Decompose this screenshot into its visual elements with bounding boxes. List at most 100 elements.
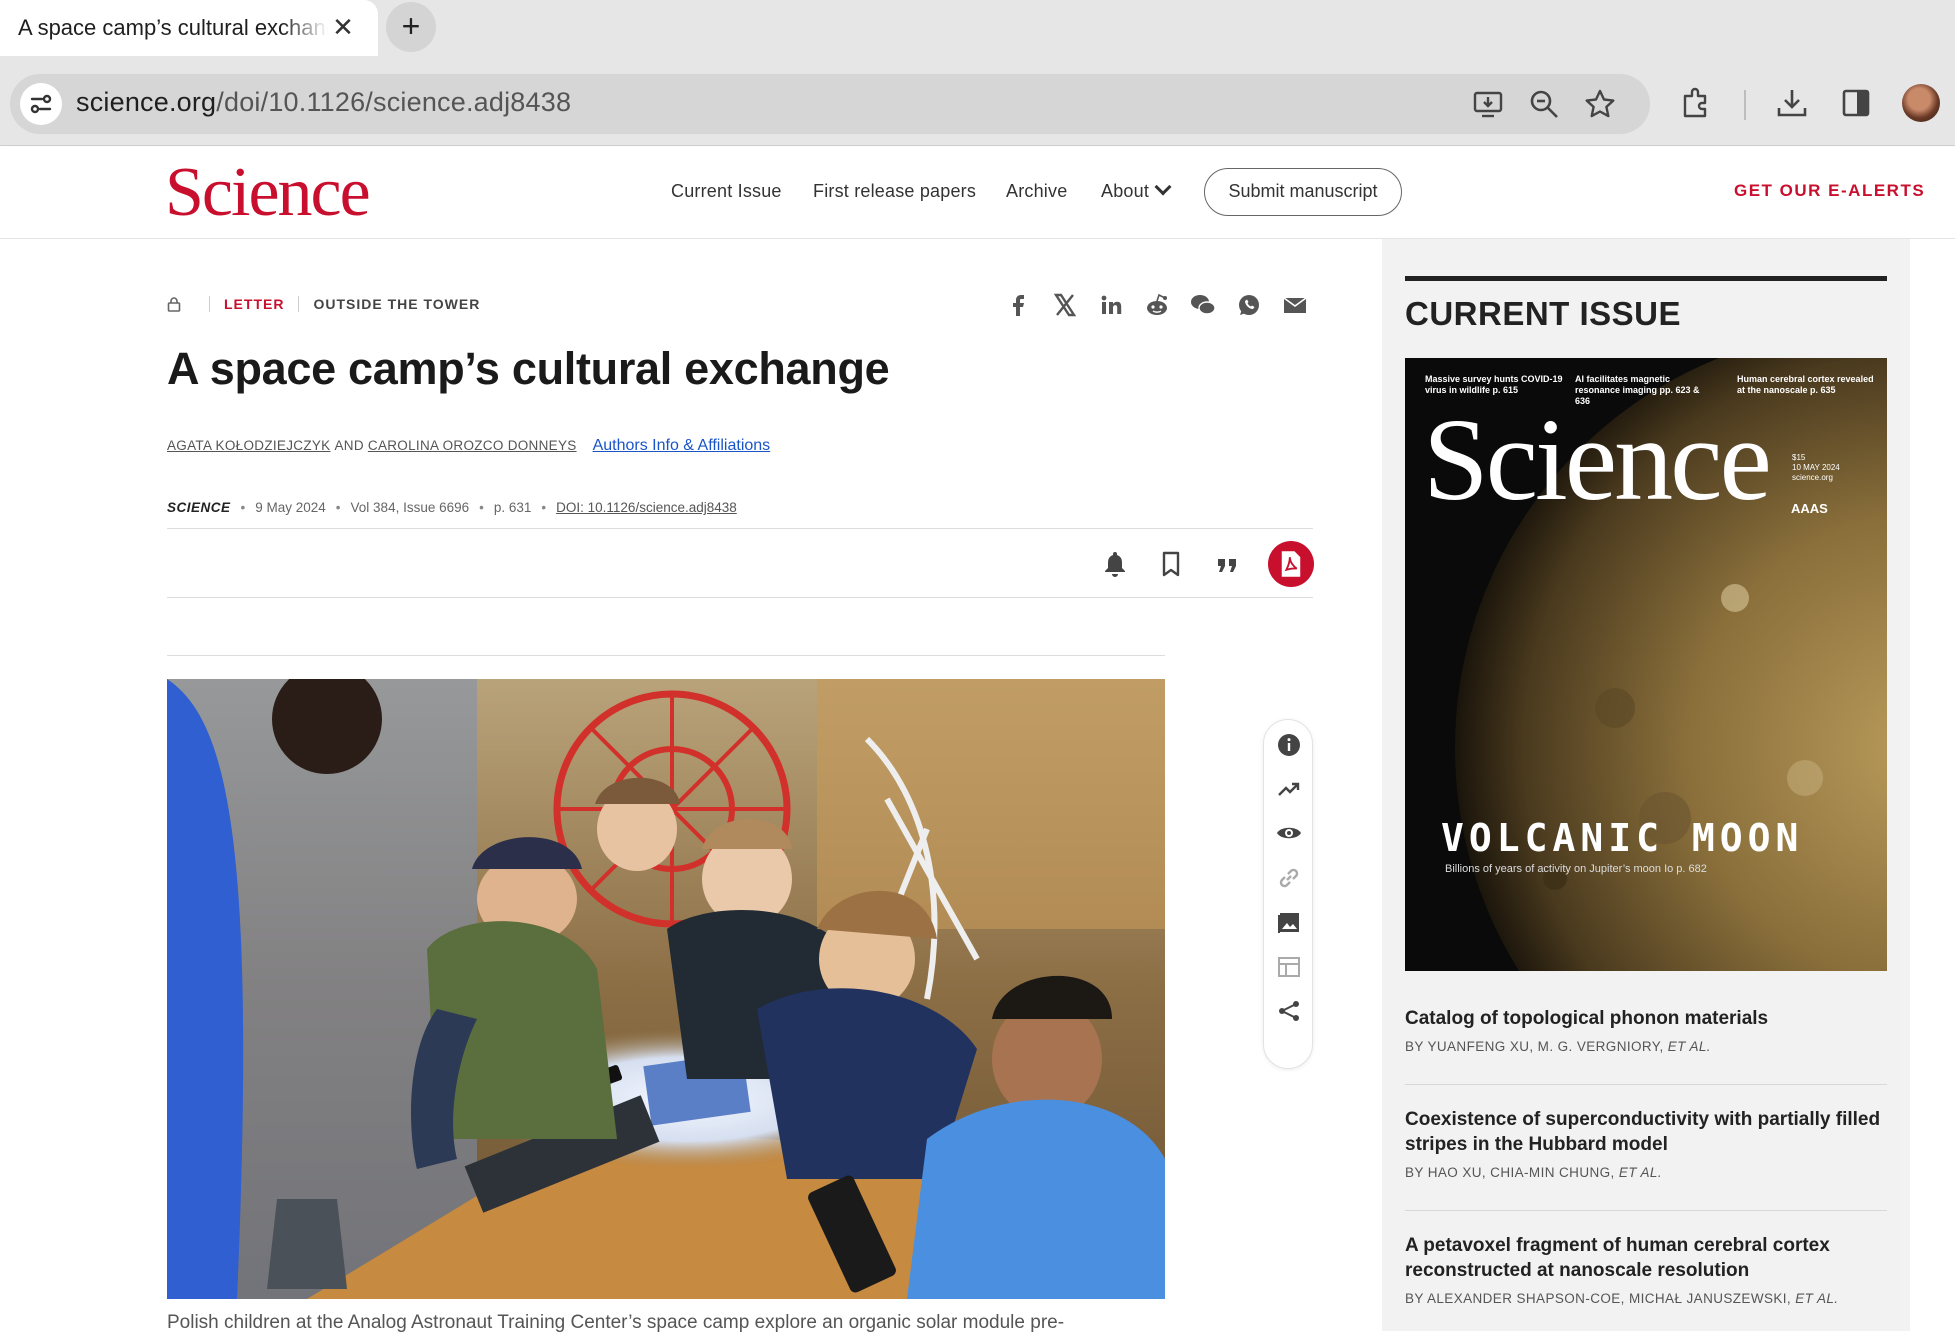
issue-article-title[interactable]: A petavoxel fragment of human cerebral c… <box>1405 1233 1887 1283</box>
cite-quote-icon[interactable] <box>1212 549 1242 579</box>
lock-icon <box>167 297 181 312</box>
article-category[interactable]: LETTER <box>224 296 284 312</box>
et-al: ET AL. <box>1795 1291 1839 1306</box>
info-icon[interactable] <box>1276 732 1302 758</box>
browser-toolbar: science.org/doi/10.1126/science.adj8438 <box>0 56 1955 146</box>
issue-article-authors: BY YUANFENG XU, M. G. VERGNIORY, ET AL. <box>1405 1039 1887 1054</box>
issue-article[interactable]: Coexistence of superconductivity with pa… <box>1405 1107 1887 1180</box>
science-logo[interactable]: Science <box>165 157 371 229</box>
divider <box>1405 1210 1887 1211</box>
author-separator: AND <box>334 438 364 453</box>
cover-headline: VOLCANIC MOON <box>1441 816 1804 860</box>
nav-archive[interactable]: Archive <box>1006 181 1067 202</box>
breadcrumb-divider <box>298 296 300 312</box>
link-icon[interactable] <box>1276 865 1302 891</box>
whatsapp-icon[interactable] <box>1235 291 1263 319</box>
cover-teaser: Massive survey hunts COVID-19 virus in w… <box>1425 374 1563 395</box>
article-meta: SCIENCE • 9 May 2024 • Vol 384, Issue 66… <box>167 500 737 515</box>
page-scrollbar[interactable] <box>1910 239 1955 1331</box>
reddit-icon[interactable] <box>1143 291 1171 319</box>
bell-icon[interactable] <box>1100 549 1130 579</box>
article-section[interactable]: OUTSIDE THE TOWER <box>313 296 480 312</box>
volume-issue[interactable]: Vol 384, Issue 6696 <box>351 500 470 515</box>
image-gallery-icon[interactable] <box>1276 909 1302 935</box>
new-tab-button[interactable]: + <box>386 2 436 52</box>
issue-article[interactable]: A petavoxel fragment of human cerebral c… <box>1405 1233 1887 1306</box>
e-alerts-link[interactable]: GET OUR E-ALERTS <box>1734 181 1925 201</box>
issue-cover-image[interactable]: Massive survey hunts COVID-19 virus in w… <box>1405 358 1887 971</box>
issue-article-title[interactable]: Coexistence of superconductivity with pa… <box>1405 1107 1887 1157</box>
article-main: LETTER OUTSIDE THE TOWER A space camp’s … <box>0 239 1382 1333</box>
article-figure-image[interactable] <box>167 679 1165 1299</box>
eye-icon[interactable] <box>1276 820 1302 846</box>
browser-tab-strip: A space camp’s cultural exchange ✕ + <box>0 0 1955 56</box>
et-al: ET AL. <box>1667 1039 1711 1054</box>
address-bar[interactable]: science.org/doi/10.1126/science.adj8438 <box>10 74 1650 134</box>
wechat-icon[interactable] <box>1189 291 1217 319</box>
issue-article-title[interactable]: Catalog of topological phonon materials <box>1405 1006 1887 1031</box>
site-info-icon[interactable] <box>20 83 62 125</box>
issue-article[interactable]: Catalog of topological phonon materials … <box>1405 1006 1887 1054</box>
divider <box>167 597 1313 598</box>
author-list: BY YUANFENG XU, M. G. VERGNIORY, <box>1405 1039 1668 1054</box>
divider <box>167 655 1165 656</box>
install-app-icon[interactable] <box>1472 88 1504 120</box>
page-number: p. 631 <box>493 500 532 515</box>
meta-dot: • <box>541 500 547 515</box>
current-issue-sidebar: CURRENT ISSUE Massive survey hunts COVID… <box>1382 239 1910 1331</box>
linkedin-icon[interactable] <box>1097 291 1125 319</box>
meta-dot: • <box>240 500 246 515</box>
cover-price: $15 10 MAY 2024 science.org <box>1792 453 1840 482</box>
meta-dot: • <box>479 500 484 515</box>
browser-tab[interactable]: A space camp’s cultural exchange ✕ <box>0 0 378 56</box>
current-issue-heading: CURRENT ISSUE <box>1405 295 1682 332</box>
email-icon[interactable] <box>1281 291 1309 319</box>
nav-first-release[interactable]: First release papers <box>813 181 976 202</box>
trending-metrics-icon[interactable] <box>1276 776 1302 802</box>
author-link[interactable]: AGATA KOŁODZIEJCZYK <box>167 438 330 453</box>
divider <box>167 528 1313 529</box>
nav-about-label: About <box>1101 181 1150 201</box>
article-breadcrumb: LETTER OUTSIDE THE TOWER <box>167 296 480 312</box>
share-icon[interactable] <box>1276 998 1302 1024</box>
cover-subhead: Billions of years of activity on Jupiter… <box>1445 863 1707 875</box>
site-header: Science Current Issue First release pape… <box>0 147 1955 239</box>
facebook-icon[interactable] <box>1005 291 1033 319</box>
divider <box>1405 1084 1887 1085</box>
profile-avatar[interactable] <box>1902 84 1940 122</box>
toolbar-divider <box>1744 90 1746 120</box>
bookmark-star-icon[interactable] <box>1584 88 1616 120</box>
tab-close-icon[interactable]: ✕ <box>330 14 356 40</box>
nav-about[interactable]: About <box>1101 178 1172 202</box>
issue-article-authors: BY HAO XU, CHIA-MIN CHUNG, ET AL. <box>1405 1165 1887 1180</box>
author-link[interactable]: CAROLINA OROZCO DONNEYS <box>368 438 577 453</box>
url-path: /doi/10.1126/science.adj8438 <box>216 87 572 117</box>
downloads-icon[interactable] <box>1775 86 1809 120</box>
cover-logo: Science <box>1423 394 1772 525</box>
article-tools <box>1100 541 1314 587</box>
author-list: BY ALEXANDER SHAPSON-COE, MICHAŁ JANUSZE… <box>1405 1291 1796 1306</box>
extensions-icon[interactable] <box>1679 86 1713 120</box>
table-icon[interactable] <box>1276 954 1302 980</box>
nav-current-issue[interactable]: Current Issue <box>671 181 782 202</box>
affiliations-link[interactable]: Authors Info & Affiliations <box>593 437 771 455</box>
meta-dot: • <box>335 500 341 515</box>
tab-title: A space camp’s cultural exchange <box>18 15 328 40</box>
floating-tools-rail <box>1263 719 1313 1069</box>
zoom-icon[interactable] <box>1528 88 1560 120</box>
breadcrumb-divider <box>209 296 210 312</box>
space-camp-photo <box>167 679 1165 1299</box>
url-text[interactable]: science.org/doi/10.1126/science.adj8438 <box>76 87 571 118</box>
issue-article-authors: BY ALEXANDER SHAPSON-COE, MICHAŁ JANUSZE… <box>1405 1291 1887 1306</box>
url-host: science.org <box>76 87 217 117</box>
submit-manuscript-button[interactable]: Submit manuscript <box>1204 168 1402 216</box>
x-twitter-icon[interactable] <box>1051 291 1079 319</box>
chevron-down-icon <box>1154 178 1172 196</box>
pub-date: 9 May 2024 <box>255 500 326 515</box>
bookmark-icon[interactable] <box>1156 549 1186 579</box>
pdf-download-button[interactable] <box>1268 541 1314 587</box>
side-panel-icon[interactable] <box>1839 86 1873 120</box>
author-list: BY HAO XU, CHIA-MIN CHUNG, <box>1405 1165 1619 1180</box>
doi-link[interactable]: DOI: 10.1126/science.adj8438 <box>556 500 737 515</box>
section-bar <box>1405 276 1887 281</box>
